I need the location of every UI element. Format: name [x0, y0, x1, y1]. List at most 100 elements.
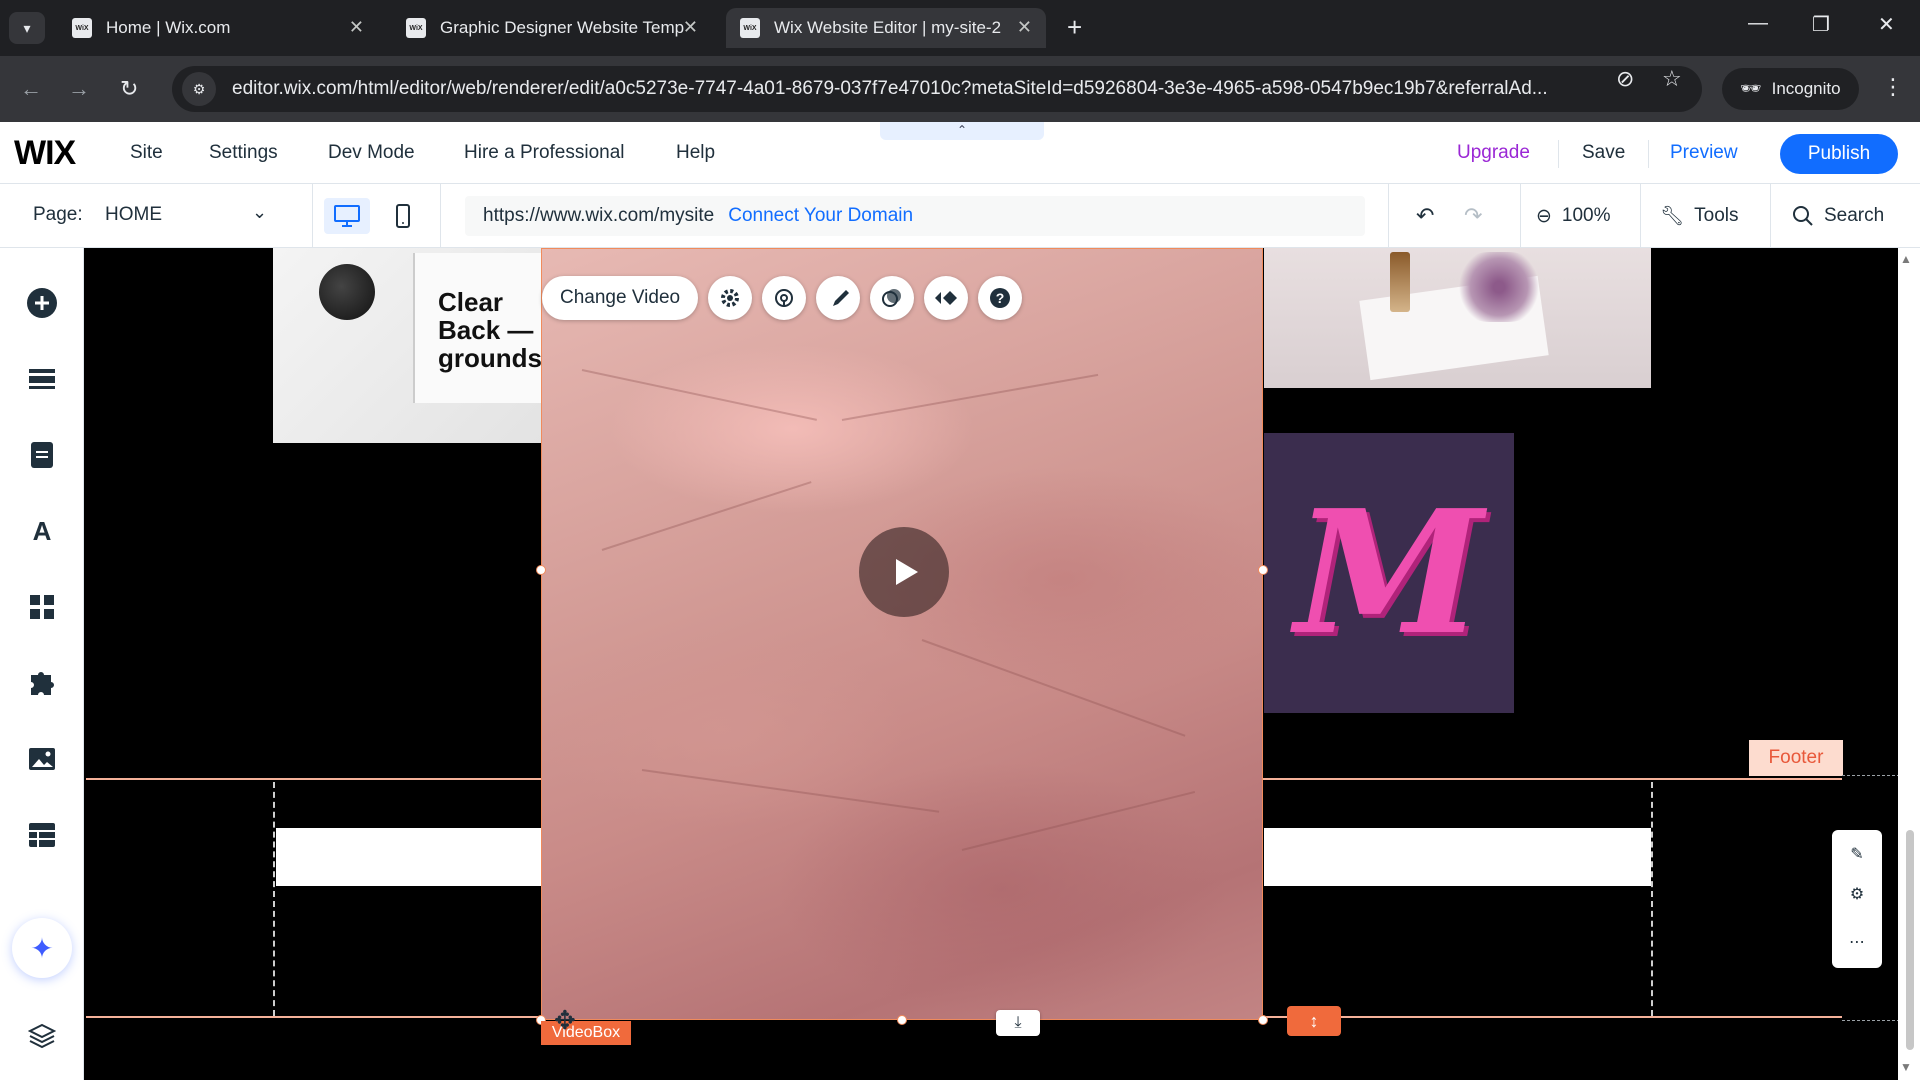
- gridline-right: [1651, 782, 1653, 1016]
- design-button[interactable]: [816, 276, 861, 320]
- edit-button[interactable]: ✎: [1845, 842, 1869, 866]
- resize-handle-right[interactable]: [1258, 565, 1268, 575]
- scroll-effect-button[interactable]: [924, 276, 969, 320]
- gear-icon: ⚙: [1849, 886, 1865, 903]
- chevron-down-icon: ▾: [23, 19, 31, 36]
- close-icon[interactable]: ✕: [349, 17, 364, 38]
- upgrade-link[interactable]: Upgrade: [1457, 122, 1530, 184]
- search-button[interactable]: Search: [1792, 184, 1884, 248]
- fabric-fold: [961, 790, 1196, 851]
- resize-handle-bottom[interactable]: [897, 1015, 907, 1025]
- connect-domain-link[interactable]: Connect Your Domain: [728, 205, 913, 227]
- window-close-icon[interactable]: ✕: [1878, 12, 1895, 37]
- mobile-view-button[interactable]: [380, 198, 426, 234]
- divider: [1520, 184, 1521, 248]
- desktop-view-button[interactable]: [324, 198, 370, 234]
- save-button[interactable]: Save: [1582, 122, 1625, 184]
- incognito-badge[interactable]: 🕶 Incognito: [1722, 68, 1859, 110]
- menu-hire-professional[interactable]: Hire a Professional: [464, 122, 625, 184]
- help-button[interactable]: ?: [978, 276, 1023, 320]
- collapse-toolbar-icon[interactable]: ⌃: [880, 122, 1044, 140]
- footer-strip-right[interactable]: [1264, 828, 1651, 886]
- wix-logo[interactable]: WIX: [14, 134, 76, 173]
- ai-assistant-button[interactable]: ✦: [12, 918, 72, 978]
- business-apps-button[interactable]: [22, 663, 62, 703]
- flatlay-image[interactable]: [1264, 248, 1651, 388]
- pencil-icon: ✎: [1850, 846, 1864, 863]
- browser-address-bar: ← → ↻ ⚙ editor.wix.com/html/editor/web/r…: [0, 56, 1920, 122]
- close-icon[interactable]: ✕: [1017, 17, 1032, 38]
- menu-help[interactable]: Help: [676, 122, 715, 184]
- settings-button[interactable]: [708, 276, 753, 320]
- apps-button[interactable]: [22, 587, 62, 627]
- page-icon: [31, 442, 53, 468]
- mobile-icon: [396, 204, 410, 228]
- tab-search-button[interactable]: ▾: [9, 12, 45, 44]
- wix-favicon-icon: WiX: [740, 18, 760, 38]
- omnibox[interactable]: ⚙ editor.wix.com/html/editor/web/rendere…: [172, 66, 1702, 112]
- play-button[interactable]: [859, 527, 949, 617]
- add-elements-button[interactable]: [22, 283, 62, 323]
- layers-button[interactable]: [22, 1016, 62, 1056]
- help-icon: ?: [990, 288, 1011, 308]
- scroll-up-icon[interactable]: ▲: [1900, 252, 1912, 266]
- cms-button[interactable]: [22, 815, 62, 855]
- close-icon[interactable]: ✕: [683, 17, 698, 38]
- menu-settings[interactable]: Settings: [209, 122, 278, 184]
- site-info-icon[interactable]: ⚙: [182, 72, 216, 106]
- back-icon[interactable]: ←: [20, 76, 42, 102]
- m-logo-glyph: M: [1294, 473, 1484, 673]
- book-image[interactable]: Clear Back — grounds: [273, 248, 543, 443]
- eye-off-icon[interactable]: ⊘: [1616, 66, 1634, 92]
- undo-button[interactable]: ↶: [1416, 184, 1434, 248]
- scrollbar-thumb[interactable]: [1906, 830, 1914, 1050]
- m-logo-image[interactable]: M: [1264, 433, 1514, 713]
- animation-button[interactable]: [762, 276, 807, 320]
- video-box[interactable]: [541, 248, 1263, 1020]
- scroll-down-icon[interactable]: ▼: [1900, 1060, 1912, 1074]
- site-design-button[interactable]: A: [22, 511, 62, 551]
- tab-wix-editor[interactable]: WiX Wix Website Editor | my-site-2 ✕: [726, 8, 1046, 48]
- site-url[interactable]: https://www.wix.com/mysite: [483, 205, 714, 227]
- redo-button[interactable]: ↷: [1464, 184, 1482, 248]
- zoom-level: 100%: [1561, 205, 1611, 226]
- tab-home-wix[interactable]: WiX Home | Wix.com ✕: [58, 8, 378, 48]
- menu-dev-mode[interactable]: Dev Mode: [328, 122, 415, 184]
- media-button[interactable]: [22, 739, 62, 779]
- reload-icon[interactable]: ↻: [120, 76, 138, 102]
- mask-button[interactable]: [870, 276, 915, 320]
- publish-button[interactable]: Publish: [1780, 134, 1898, 174]
- change-video-button[interactable]: Change Video: [542, 276, 699, 320]
- image-icon: [29, 748, 55, 770]
- svg-text:?: ?: [996, 290, 1005, 306]
- resize-handle-left[interactable]: [536, 565, 546, 575]
- download-button[interactable]: ⤓: [996, 1010, 1040, 1036]
- more-button[interactable]: ⋯: [1845, 930, 1869, 954]
- star-icon[interactable]: ☆: [1662, 66, 1682, 92]
- tab-graphic-designer[interactable]: WiX Graphic Designer Website Temp ✕: [392, 8, 712, 48]
- footer-strip-left[interactable]: [276, 828, 542, 886]
- minimize-icon[interactable]: —: [1748, 12, 1768, 35]
- url-text[interactable]: editor.wix.com/html/editor/web/renderer/…: [232, 78, 1612, 100]
- chevron-down-icon[interactable]: ⌄: [252, 202, 267, 223]
- browser-menu-icon[interactable]: ⋮: [1882, 74, 1904, 100]
- forward-icon[interactable]: →: [68, 76, 90, 102]
- pages-button[interactable]: [22, 435, 62, 475]
- tools-button[interactable]: 🔧︎ Tools: [1660, 184, 1738, 248]
- restore-icon[interactable]: ❐: [1812, 12, 1830, 37]
- stretch-button[interactable]: ↕: [1287, 1006, 1341, 1036]
- play-icon: [896, 559, 918, 585]
- preview-button[interactable]: Preview: [1670, 122, 1738, 184]
- new-tab-icon[interactable]: +: [1067, 12, 1082, 42]
- footer-tag[interactable]: Footer: [1749, 740, 1843, 776]
- zoom-button[interactable]: ⊖ 100%: [1536, 184, 1611, 248]
- editor-canvas[interactable]: Clear Back — grounds M Footer Change Vid…: [84, 248, 1920, 1080]
- menu-site[interactable]: Site: [130, 122, 163, 184]
- settings-button[interactable]: ⚙: [1845, 882, 1869, 906]
- page-selector[interactable]: HOME: [105, 204, 162, 226]
- sections-button[interactable]: [22, 359, 62, 399]
- search-icon: [1793, 206, 1813, 226]
- resize-handle-bottom-right[interactable]: [1258, 1015, 1268, 1025]
- sparkle-icon: ✦: [30, 932, 54, 964]
- move-icon[interactable]: ✥: [554, 1005, 576, 1036]
